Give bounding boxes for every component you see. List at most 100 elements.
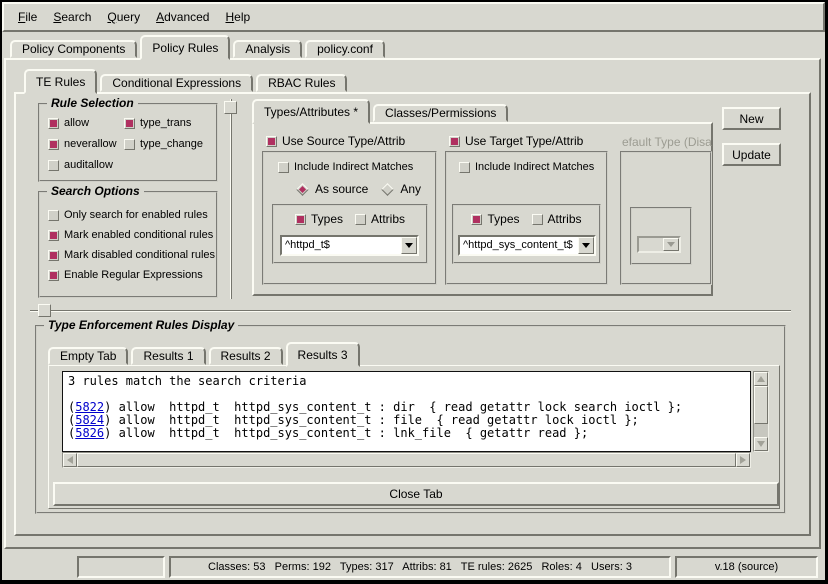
checkbox-source-types[interactable]: Types [295, 212, 343, 226]
checkbox-label: Attribs [548, 212, 582, 226]
arrow-right-icon[interactable] [736, 453, 750, 467]
checkbox-use-source-type[interactable]: Use Source Type/Attrib [266, 134, 405, 148]
tab-label: Analysis [245, 42, 290, 56]
radio-label: Any [400, 182, 421, 196]
main-tab-bar: Policy Components Policy Rules Analysis … [10, 35, 388, 60]
apol-window: File Search Query Advanced Help Policy C… [0, 0, 828, 584]
close-tab-button[interactable]: Close Tab [53, 482, 779, 506]
rule-id-link[interactable]: 5822 [75, 400, 104, 414]
arrow-left-icon[interactable] [63, 453, 77, 467]
chevron-down-icon[interactable] [578, 237, 594, 254]
pane-sash-grip-horizontal[interactable] [38, 304, 51, 317]
rule-id-link[interactable]: 5826 [75, 426, 104, 440]
checkbox-target-indirect[interactable]: Include Indirect Matches [459, 161, 594, 173]
rule-selection-grid: allow type_trans neverallow type_change … [40, 105, 216, 171]
rule-text: ) allow httpd_t httpd_sys_content_t : di… [104, 400, 682, 414]
rule-text: ) allow httpd_t httpd_sys_content_t : fi… [104, 413, 639, 427]
checkbox-label: Mark disabled conditional rules [64, 249, 215, 261]
menu-advanced[interactable]: Advanced [156, 10, 209, 24]
checkbox-use-target-type[interactable]: Use Target Type/Attrib [449, 134, 583, 148]
status-policy-version: v.18 (source) [675, 556, 818, 578]
target-criteria-panel: Include Indirect Matches Types Attribs ^… [445, 151, 608, 285]
tab-empty[interactable]: Empty Tab [48, 347, 128, 365]
tab-label: Types/Attributes * [264, 105, 358, 119]
tab-label: Classes/Permissions [385, 106, 496, 120]
checkbox-label: Include Indirect Matches [294, 161, 413, 173]
tab-te-rules[interactable]: TE Rules [24, 69, 97, 94]
group-title: Rule Selection [47, 96, 138, 110]
radio-any[interactable]: Any [381, 182, 421, 196]
checkbox-label: Attribs [371, 212, 405, 226]
checkbox-mark-enabled-conditional[interactable]: Mark enabled conditional rules [48, 229, 216, 241]
arrow-down-icon[interactable] [754, 437, 768, 451]
checkbox-indicator [266, 136, 277, 147]
checkbox-indicator [471, 214, 482, 225]
tab-conditional-expressions[interactable]: Conditional Expressions [100, 74, 253, 92]
pane-divider-horizontal [30, 310, 791, 312]
checkbox-label: auditallow [64, 159, 113, 171]
menu-search[interactable]: Search [53, 10, 91, 24]
source-type-combobox[interactable]: ^httpd_t$ [280, 235, 419, 256]
checkbox-enable-regex[interactable]: Enable Regular Expressions [48, 269, 216, 281]
results-vertical-scrollbar[interactable] [753, 371, 769, 452]
target-types-row: Types Attribs [454, 212, 599, 226]
tab-policy-components[interactable]: Policy Components [10, 40, 137, 58]
rule-id-link[interactable]: 5824 [75, 413, 104, 427]
tab-label: Results 2 [221, 349, 271, 363]
menu-help[interactable]: Help [225, 10, 250, 24]
tab-results-2[interactable]: Results 2 [209, 347, 283, 365]
status-policy-stats: Classes: 53 Perms: 192 Types: 317 Attrib… [169, 556, 671, 578]
tab-types-attributes[interactable]: Types/Attributes * [252, 99, 370, 124]
checkbox-target-attribs[interactable]: Attribs [532, 212, 582, 226]
radio-as-source[interactable]: As source [296, 182, 368, 196]
checkbox-allow[interactable]: allow [48, 117, 124, 129]
search-options-group: Search Options Only search for enabled r… [38, 191, 218, 298]
checkbox-indicator [295, 214, 306, 225]
combobox-value[interactable]: ^httpd_sys_content_t$ [460, 237, 578, 254]
target-type-combobox[interactable]: ^httpd_sys_content_t$ [458, 235, 596, 256]
results-text-area[interactable]: 3 rules match the search criteria (5822)… [62, 371, 751, 452]
checkbox-auditallow[interactable]: auditallow [48, 159, 124, 171]
checkbox-label: Use Target Type/Attrib [465, 134, 583, 148]
checkbox-neverallow[interactable]: neverallow [48, 138, 124, 150]
tab-classes-permissions[interactable]: Classes/Permissions [373, 104, 508, 122]
rule-line: (5826) allow httpd_t httpd_sys_content_t… [68, 427, 745, 440]
tab-results-3[interactable]: Results 3 [286, 342, 360, 367]
scrollbar-thumb[interactable] [77, 453, 736, 467]
new-button[interactable]: New [722, 107, 781, 130]
tab-label: Policy Components [22, 42, 125, 56]
checkbox-type-change[interactable]: type_change [124, 138, 216, 150]
checkbox-indicator [48, 210, 59, 221]
checkbox-source-attribs[interactable]: Attribs [355, 212, 405, 226]
group-title: Search Options [47, 184, 144, 198]
menu-query[interactable]: Query [107, 10, 140, 24]
results-summary: 3 rules match the search criteria [68, 375, 745, 388]
tab-rbac-rules[interactable]: RBAC Rules [256, 74, 347, 92]
results-horizontal-scrollbar[interactable] [62, 452, 751, 468]
tab-label: Results 1 [143, 349, 193, 363]
checkbox-source-indirect[interactable]: Include Indirect Matches [278, 161, 413, 173]
pane-sash-grip-vertical[interactable] [224, 101, 237, 114]
scrollbar-thumb[interactable] [754, 386, 768, 424]
radio-label: As source [315, 182, 368, 196]
chevron-down-icon[interactable] [401, 237, 417, 254]
tab-policy-rules[interactable]: Policy Rules [140, 35, 230, 60]
default-type-frame [630, 207, 692, 265]
menu-label: ile [25, 10, 37, 24]
tab-policy-conf[interactable]: policy.conf [305, 40, 385, 58]
checkbox-type-trans[interactable]: type_trans [124, 117, 216, 129]
arrow-up-icon[interactable] [754, 372, 768, 386]
combobox-value[interactable]: ^httpd_t$ [282, 237, 401, 254]
tab-analysis[interactable]: Analysis [233, 40, 302, 58]
update-button[interactable]: Update [722, 143, 781, 166]
checkbox-mark-disabled-conditional[interactable]: Mark disabled conditional rules [48, 249, 216, 261]
menu-label: dvanced [164, 10, 209, 24]
checkbox-indicator [48, 139, 59, 150]
source-radio-row: As source Any [296, 182, 421, 196]
source-criteria-panel: Include Indirect Matches As source Any T… [262, 151, 437, 285]
menu-file[interactable]: File [18, 10, 37, 24]
checkbox-only-enabled-rules[interactable]: Only search for enabled rules [48, 209, 216, 221]
status-cell-empty [77, 556, 165, 578]
checkbox-target-types[interactable]: Types [471, 212, 519, 226]
tab-results-1[interactable]: Results 1 [131, 347, 205, 365]
